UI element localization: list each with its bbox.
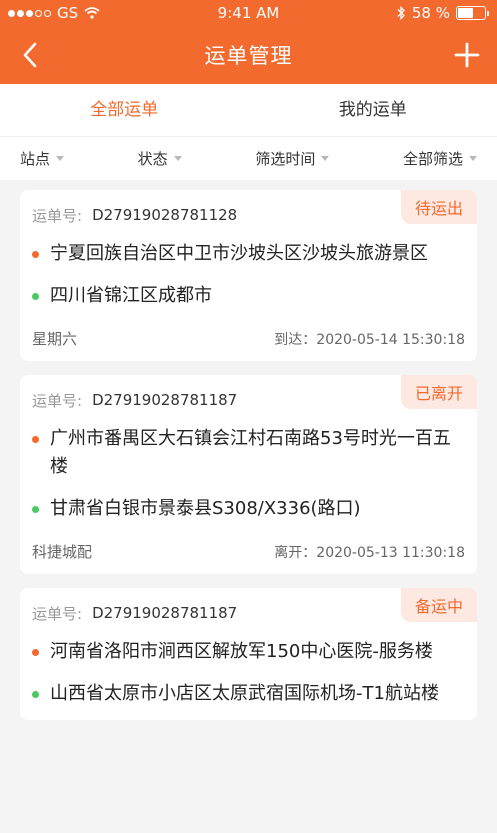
order-number-label: 运单号: [32, 391, 83, 410]
caret-down-icon [468, 156, 477, 161]
battery-fill [458, 8, 474, 18]
nav-bar: 运单管理 [0, 26, 497, 84]
destination-address: 山西省太原市小店区太原武宿国际机场-T1航站楼 [32, 680, 465, 708]
filter-time-label: 筛选时间 [255, 150, 316, 168]
header: GS 9:41 AM 58 % 运单管理 [0, 0, 497, 84]
bluetooth-icon [397, 6, 405, 20]
filter-status-label: 状态 [137, 150, 168, 168]
filter-station[interactable]: 站点 [20, 148, 65, 169]
add-button[interactable] [451, 39, 483, 71]
order-time: 到达：2020-05-14 15:30:18 [274, 331, 465, 348]
battery-icon [456, 6, 489, 20]
destination-dot-icon [32, 691, 39, 698]
origin-address: 宁夏回族自治区中卫市沙坡头区沙坡头旅游景区 [32, 240, 465, 268]
caret-down-icon [173, 156, 182, 161]
back-button[interactable] [14, 39, 46, 71]
destination-dot-icon [32, 293, 39, 300]
chevron-left-icon [23, 42, 37, 68]
origin-dot-icon [32, 436, 39, 443]
order-time: 离开：2020-05-13 11:30:18 [274, 544, 465, 561]
order-number-label: 运单号: [32, 206, 83, 225]
origin-address: 广州市番禺区大石镇会江村石南路53号时光一百五楼 [32, 425, 465, 481]
signal-strength-icon [8, 9, 51, 17]
order-number-label: 运单号: [32, 604, 83, 623]
order-card[interactable]: 已离开 运单号: D27919028781187 广州市番禺区大石镇会江村石南路… [20, 375, 477, 574]
origin-text: 河南省洛阳市涧西区解放军150中心医院-服务楼 [50, 641, 433, 662]
destination-text: 甘肃省白银市景泰县S308/X336(路口) [50, 498, 361, 519]
filter-time[interactable]: 筛选时间 [255, 148, 330, 169]
page-title: 运单管理 [204, 44, 293, 68]
order-number: D27919028781187 [92, 604, 238, 622]
wifi-icon [84, 7, 100, 19]
order-number: D27919028781128 [92, 206, 238, 224]
order-note: 星期六 [32, 330, 78, 348]
plus-icon [454, 42, 480, 68]
destination-address: 甘肃省白银市景泰县S308/X336(路口) [32, 495, 465, 523]
status-badge: 已离开 [400, 375, 477, 409]
tab-all-orders[interactable]: 全部运单 [0, 84, 249, 136]
filter-station-label: 站点 [20, 150, 51, 168]
destination-text: 四川省锦江区成都市 [50, 285, 212, 306]
destination-dot-icon [32, 506, 39, 513]
origin-dot-icon [32, 251, 39, 258]
filter-status[interactable]: 状态 [138, 148, 182, 169]
tab-my-orders[interactable]: 我的运单 [249, 84, 497, 136]
origin-address: 河南省洛阳市涧西区解放军150中心医院-服务楼 [32, 638, 465, 666]
tab-bar: 全部运单 我的运单 [0, 84, 497, 136]
order-list: 待运出 运单号: D27919028781128 宁夏回族自治区中卫市沙坡头区沙… [0, 180, 497, 720]
status-badge: 待运出 [400, 190, 477, 224]
filter-bar: 站点 状态 筛选时间 全部筛选 [0, 136, 497, 180]
filter-all[interactable]: 全部筛选 [403, 148, 477, 169]
origin-dot-icon [32, 649, 39, 656]
status-bar: GS 9:41 AM 58 % [0, 0, 497, 26]
order-card[interactable]: 备运中 运单号: D27919028781187 河南省洛阳市涧西区解放军150… [20, 588, 477, 720]
carrier-name: GS [57, 4, 79, 22]
filter-all-label: 全部筛选 [402, 150, 463, 168]
status-badge: 备运中 [400, 588, 477, 622]
destination-text: 山西省太原市小店区太原武宿国际机场-T1航站楼 [50, 683, 439, 704]
order-card[interactable]: 待运出 运单号: D27919028781128 宁夏回族自治区中卫市沙坡头区沙… [20, 190, 477, 361]
order-number: D27919028781187 [92, 391, 238, 409]
caret-down-icon [56, 156, 65, 161]
origin-text: 广州市番禺区大石镇会江村石南路53号时光一百五楼 [50, 428, 451, 477]
origin-text: 宁夏回族自治区中卫市沙坡头区沙坡头旅游景区 [50, 243, 428, 264]
order-carrier: 科捷城配 [32, 543, 93, 561]
battery-percent: 58 % [411, 4, 450, 22]
destination-address: 四川省锦江区成都市 [32, 282, 465, 310]
caret-down-icon [321, 156, 330, 161]
